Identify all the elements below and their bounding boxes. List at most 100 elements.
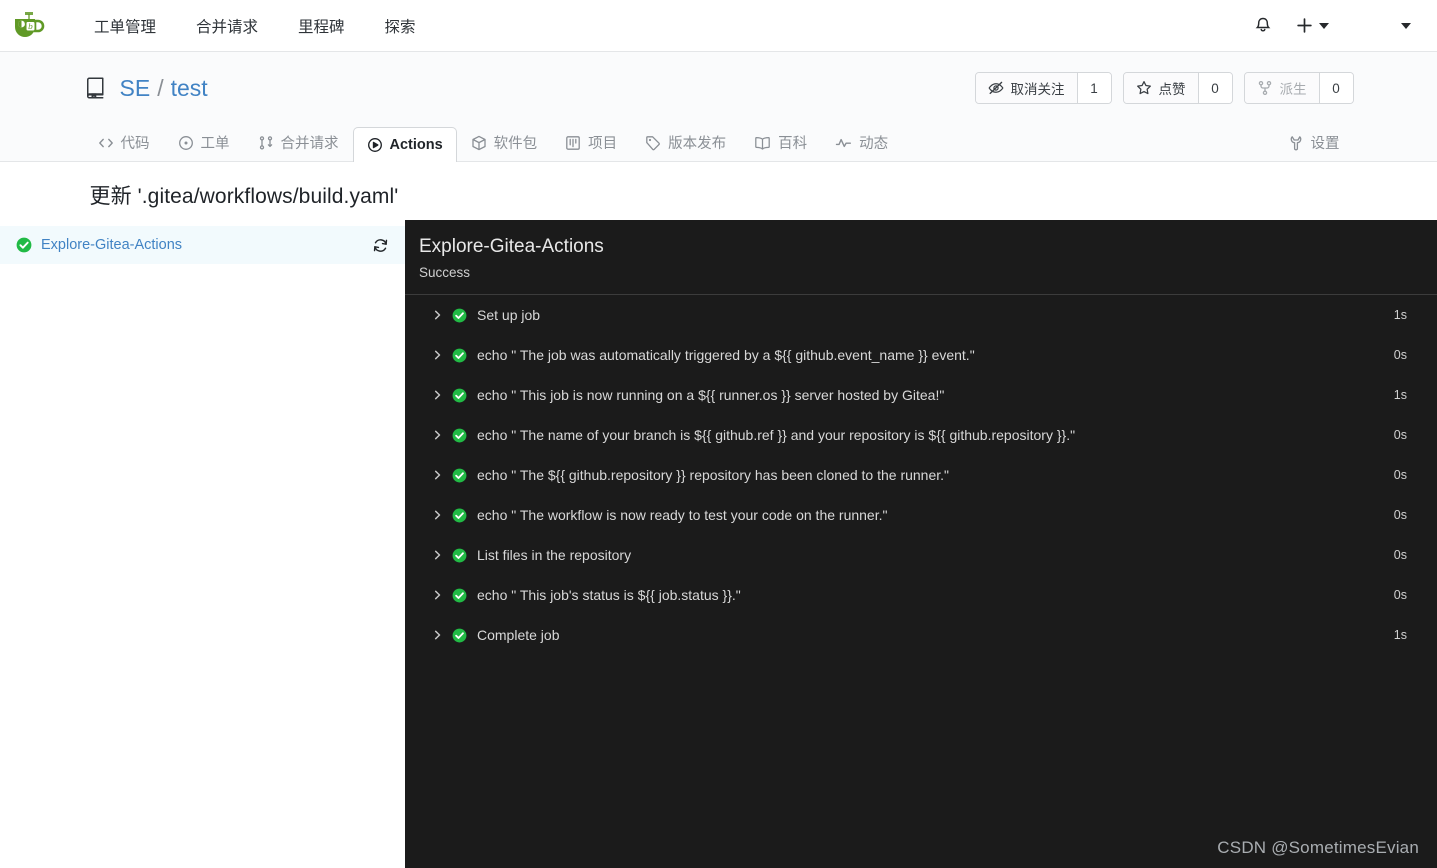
plus-icon: [1297, 18, 1312, 33]
nav-link-issues[interactable]: 工单管理: [74, 7, 176, 45]
repository-breadcrumb: SE / test: [120, 75, 208, 102]
job-step-label: Set up job: [477, 307, 541, 323]
tab-code[interactable]: 代码: [84, 122, 164, 162]
job-list-item-label: Explore-Gitea-Actions: [41, 237, 183, 253]
job-list-sidebar: Explore-Gitea-Actions: [0, 220, 405, 868]
navbar-right-controls: [1244, 7, 1419, 45]
job-detail-status: Success: [419, 265, 471, 280]
svg-text:b: b: [28, 22, 33, 31]
user-menu-button[interactable]: [1393, 7, 1419, 45]
job-detail-header: Explore-Gitea-Actions Success: [405, 220, 1437, 295]
tab-activity[interactable]: 动态: [821, 122, 902, 162]
job-step-label: echo " The name of your branch is ${{ gi…: [477, 427, 1076, 443]
chevron-right-icon: [429, 509, 445, 521]
issue-opened-icon: [178, 135, 193, 150]
watch-button-group: 取消关注 1: [974, 72, 1112, 104]
job-step-duration: 1s: [1393, 308, 1407, 322]
job-step-duration: 0s: [1393, 588, 1407, 602]
repository-header: SE / test 取消关注 1 点赞 0 派生 0 代码 工单 合并请求 Ac…: [0, 52, 1437, 162]
job-step-label: echo " This job is now running on a ${{ …: [477, 387, 945, 403]
star-count[interactable]: 0: [1197, 73, 1232, 103]
chevron-right-icon: [429, 389, 445, 401]
fork-button[interactable]: 派生: [1244, 73, 1319, 103]
tab-pulls-label: 合并请求: [280, 136, 339, 152]
git-pull-request-icon: [259, 135, 272, 150]
chevron-down-icon: [1401, 22, 1411, 29]
rerun-icon[interactable]: [369, 234, 391, 256]
tab-packages[interactable]: 软件包: [457, 122, 552, 162]
tab-actions-label: Actions: [389, 137, 443, 153]
tab-projects[interactable]: 项目: [551, 122, 631, 162]
tab-pulls[interactable]: 合并请求: [244, 122, 353, 162]
star-button[interactable]: 点赞: [1123, 73, 1198, 103]
job-step-row[interactable]: echo " The name of your branch is ${{ gi…: [405, 415, 1437, 455]
nav-link-milestones[interactable]: 里程碑: [278, 7, 365, 45]
nav-link-explore[interactable]: 探索: [365, 7, 436, 45]
job-step-row[interactable]: List files in the repository 0s: [405, 535, 1437, 575]
tab-packages-label: 软件包: [493, 136, 538, 152]
notification-bell-button[interactable]: [1244, 7, 1282, 45]
chevron-right-icon: [429, 469, 445, 481]
job-step-duration: 0s: [1393, 548, 1407, 562]
tab-issues[interactable]: 工单: [164, 122, 244, 162]
chevron-right-icon: [429, 629, 445, 641]
pulse-icon: [835, 138, 852, 147]
repo-name-link[interactable]: test: [171, 75, 208, 102]
gitea-teacup-logo[interactable]: b: [10, 7, 48, 45]
job-step-duration: 1s: [1393, 388, 1407, 402]
job-detail-panel: Explore-Gitea-Actions Success Set up job…: [405, 220, 1437, 868]
job-step-row[interactable]: Set up job 1s: [405, 295, 1437, 335]
chevron-down-icon: [1319, 22, 1329, 29]
check-circle-icon: [452, 508, 467, 523]
job-step-row[interactable]: echo " The ${{ github.repository }} repo…: [405, 455, 1437, 495]
repo-owner-link[interactable]: SE: [120, 75, 151, 102]
repo-path-separator: /: [157, 74, 164, 101]
run-title-container: 更新 '.gitea/workflows/build.yaml': [74, 162, 1364, 220]
job-step-duration: 0s: [1393, 348, 1407, 362]
tab-actions[interactable]: Actions: [352, 127, 457, 162]
repository-action-buttons: 取消关注 1 点赞 0 派生 0: [974, 72, 1354, 104]
job-step-label: echo " The ${{ github.repository }} repo…: [477, 467, 950, 483]
job-step-label: echo " The job was automatically trigger…: [477, 347, 975, 363]
wrench-icon: [1290, 135, 1301, 150]
check-circle-icon: [452, 388, 467, 403]
tab-code-label: 代码: [120, 136, 150, 152]
fork-button-label: 派生: [1279, 82, 1307, 97]
job-step-duration: 0s: [1393, 428, 1407, 442]
job-step-row[interactable]: Complete job 1s: [405, 615, 1437, 655]
create-new-button[interactable]: [1288, 7, 1339, 45]
check-circle-icon: [452, 308, 467, 323]
tab-releases[interactable]: 版本发布: [631, 122, 740, 162]
check-circle-icon: [452, 588, 467, 603]
job-step-label: List files in the repository: [477, 547, 632, 563]
star-button-group: 点赞 0: [1122, 72, 1233, 104]
top-navbar: b 工单管理 合并请求 里程碑 探索: [0, 0, 1437, 52]
check-circle-icon: [452, 468, 467, 483]
tab-settings-label: 设置: [1310, 136, 1340, 152]
job-step-label: echo " The workflow is now ready to test…: [477, 507, 888, 523]
watch-button-label: 取消关注: [1010, 82, 1065, 97]
page-title: 更新 '.gitea/workflows/build.yaml': [89, 185, 399, 208]
fork-count[interactable]: 0: [1318, 73, 1353, 103]
job-step-list: Set up job 1s echo " The job was automat…: [405, 295, 1437, 868]
tab-settings[interactable]: 设置: [1274, 122, 1354, 162]
tab-wiki[interactable]: 百科: [740, 122, 821, 162]
job-detail-title: Explore-Gitea-Actions: [419, 236, 604, 257]
chevron-right-icon: [429, 309, 445, 321]
job-step-row[interactable]: echo " The workflow is now ready to test…: [405, 495, 1437, 535]
tab-wiki-label: 百科: [778, 136, 808, 152]
tab-activity-label: 动态: [859, 136, 889, 152]
main-nav-links: 工单管理 合并请求 里程碑 探索: [74, 7, 436, 45]
job-step-row[interactable]: echo " This job's status is ${{ job.stat…: [405, 575, 1437, 615]
job-step-row[interactable]: echo " This job is now running on a ${{ …: [405, 375, 1437, 415]
job-step-duration: 0s: [1393, 468, 1407, 482]
job-list-item[interactable]: Explore-Gitea-Actions: [0, 226, 405, 264]
watch-count[interactable]: 1: [1076, 73, 1111, 103]
tab-releases-label: 版本发布: [668, 136, 727, 152]
nav-link-pulls[interactable]: 合并请求: [176, 7, 278, 45]
job-step-row[interactable]: echo " The job was automatically trigger…: [405, 335, 1437, 375]
repository-icon: [84, 76, 108, 100]
watch-button[interactable]: 取消关注: [975, 73, 1077, 103]
book-icon: [755, 136, 770, 150]
check-circle-icon: [452, 628, 467, 643]
